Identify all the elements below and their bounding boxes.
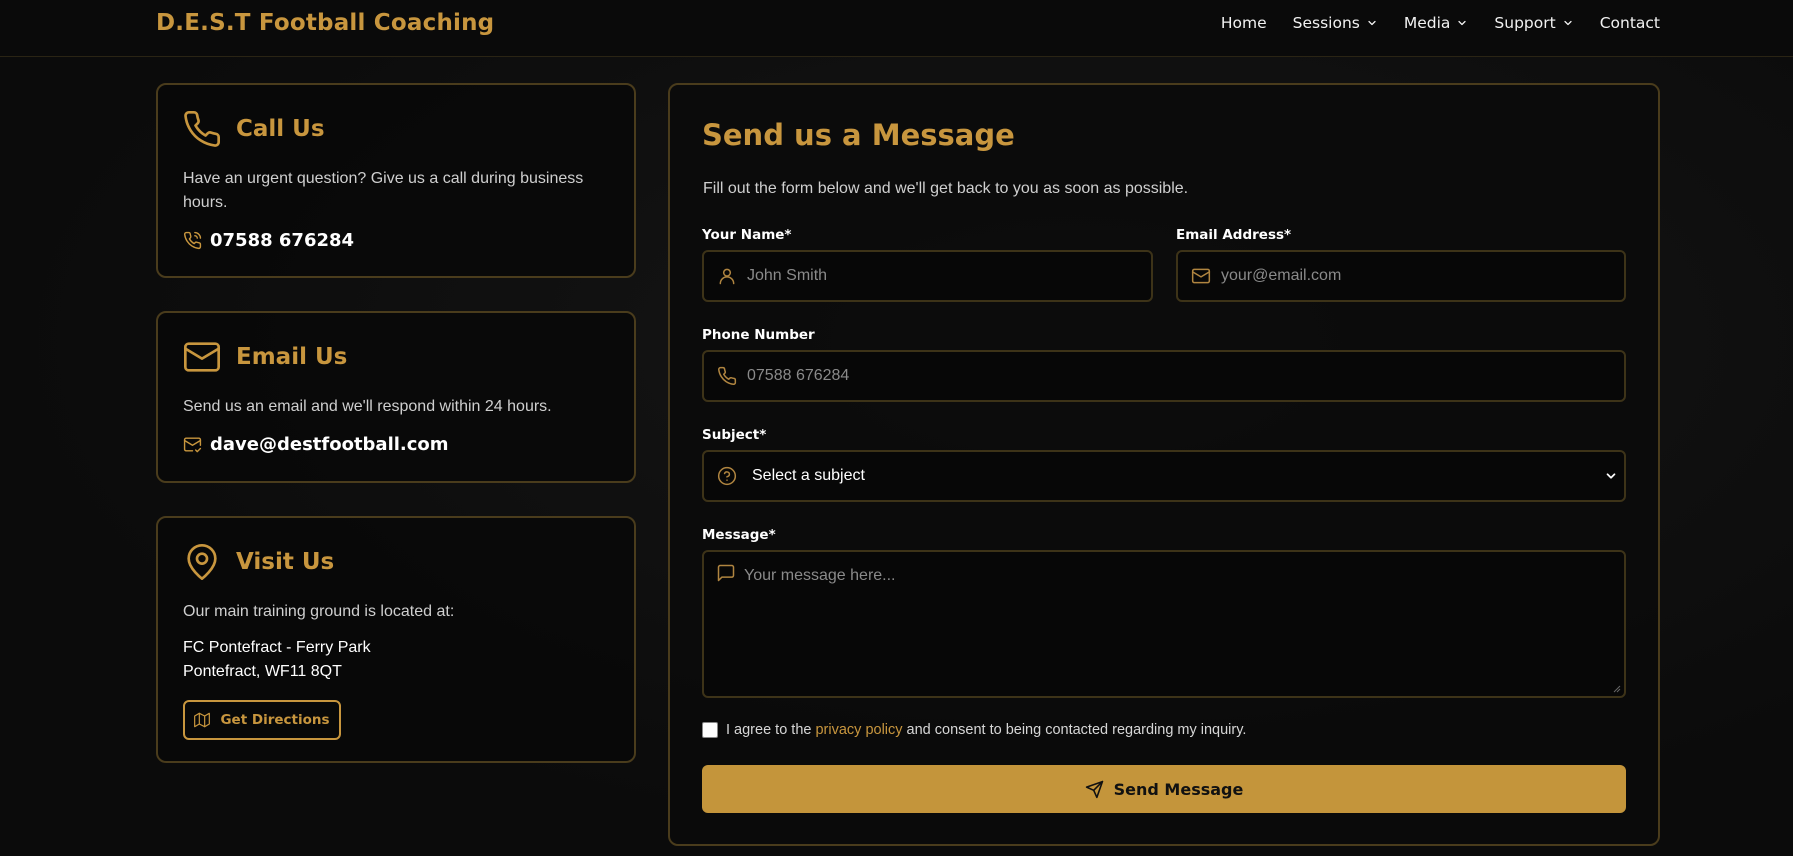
email-input[interactable] [1221,252,1624,300]
resize-handle-icon[interactable] [1613,685,1621,693]
privacy-policy-link[interactable]: privacy policy [815,722,902,738]
subject-select[interactable]: Select a subject [702,450,1626,502]
send-message-button[interactable]: Send Message [702,765,1626,813]
contact-form-panel: Send us a Message Fill out the form belo… [668,83,1660,846]
nav-media-label: Media [1403,14,1451,32]
chevron-down-icon [1458,20,1467,26]
mail-icon [1191,266,1211,286]
user-icon [717,266,737,286]
email-us-title: Email Us [236,344,348,370]
name-label: Your Name* [702,227,792,243]
email-label: Email Address* [1176,227,1292,243]
message-textarea[interactable]: Your message here... [702,550,1626,698]
visit-us-header: Visit Us [182,542,334,582]
consent-text-before: I agree to the [726,722,816,738]
brand-logo-text[interactable]: D.E.S.T Football Coaching [156,10,494,36]
visit-us-description: Our main training ground is located at: [183,603,455,620]
nav-home-label: Home [1220,14,1267,32]
call-us-title: Call Us [236,116,325,142]
email-us-card: Email Us Send us an email and we'll resp… [156,311,636,483]
message-label: Message* [702,527,776,543]
get-directions-label: Get Directions [220,712,330,728]
email-link[interactable]: dave@destfootball.com [183,434,449,455]
nav-support-label: Support [1494,14,1556,32]
main-nav: Home Sessions Media Support Contact [1221,14,1660,32]
message-square-icon [716,563,736,583]
nav-home[interactable]: Home [1221,14,1267,32]
subject-selected-value: Select a subject [752,467,865,484]
phone-icon [182,109,222,149]
nav-sessions-label: Sessions [1292,14,1360,32]
address-line-2: Pontefract, WF11 8QT [183,663,342,680]
call-us-description: Have an urgent question? Give us a call … [183,170,584,211]
nav-media[interactable]: Media [1404,14,1469,32]
name-input[interactable] [747,252,1151,300]
mail-icon [182,337,222,377]
phone-number: 07588 676284 [210,230,355,251]
email-field[interactable] [1176,250,1626,302]
consent-checkbox[interactable] [702,722,718,738]
visit-us-title: Visit Us [236,549,335,575]
get-directions-button[interactable]: Get Directions [183,700,341,740]
form-subtitle: Fill out the form below and we'll get ba… [703,180,1189,197]
chevron-down-icon [1368,20,1376,26]
consent-text: I agree to the privacy policy and consen… [726,722,1246,738]
address-line-1: FC Pontefract - Ferry Park [183,639,371,656]
call-us-header: Call Us [182,109,325,149]
site-header: D.E.S.T Football Coaching Home Sessions … [0,0,1793,57]
subject-label: Subject* [702,427,767,443]
email-address: dave@destfootball.com [210,434,449,455]
phone-icon [717,366,737,386]
help-circle-icon [717,466,737,486]
phone-label: Phone Number [702,327,815,343]
nav-contact-label: Contact [1599,14,1660,32]
phone-input[interactable] [747,352,1624,400]
phone-call-icon [183,231,202,250]
email-us-description: Send us an email and we'll respond withi… [183,398,552,415]
phone-link[interactable]: 07588 676284 [183,230,354,251]
send-icon [1085,780,1103,798]
map-icon [194,712,211,728]
send-message-label: Send Message [1113,779,1244,799]
name-field[interactable] [702,250,1153,302]
chevron-down-icon [1606,473,1616,479]
message-placeholder: Your message here... [744,567,896,584]
nav-support[interactable]: Support [1494,14,1573,32]
visit-us-card: Visit Us Our main training ground is loc… [156,516,636,763]
call-us-card: Call Us Have an urgent question? Give us… [156,83,636,278]
chevron-down-icon [1564,20,1572,26]
nav-contact[interactable]: Contact [1600,14,1660,32]
phone-field[interactable] [702,350,1626,402]
nav-sessions[interactable]: Sessions [1293,14,1378,32]
map-pin-icon [182,542,222,582]
consent-row: I agree to the privacy policy and consen… [702,722,1246,738]
mail-check-icon [183,437,202,453]
consent-text-after: and consent to being contacted regarding… [902,722,1247,738]
form-title: Send us a Message [702,118,1015,152]
email-us-header: Email Us [182,337,347,377]
